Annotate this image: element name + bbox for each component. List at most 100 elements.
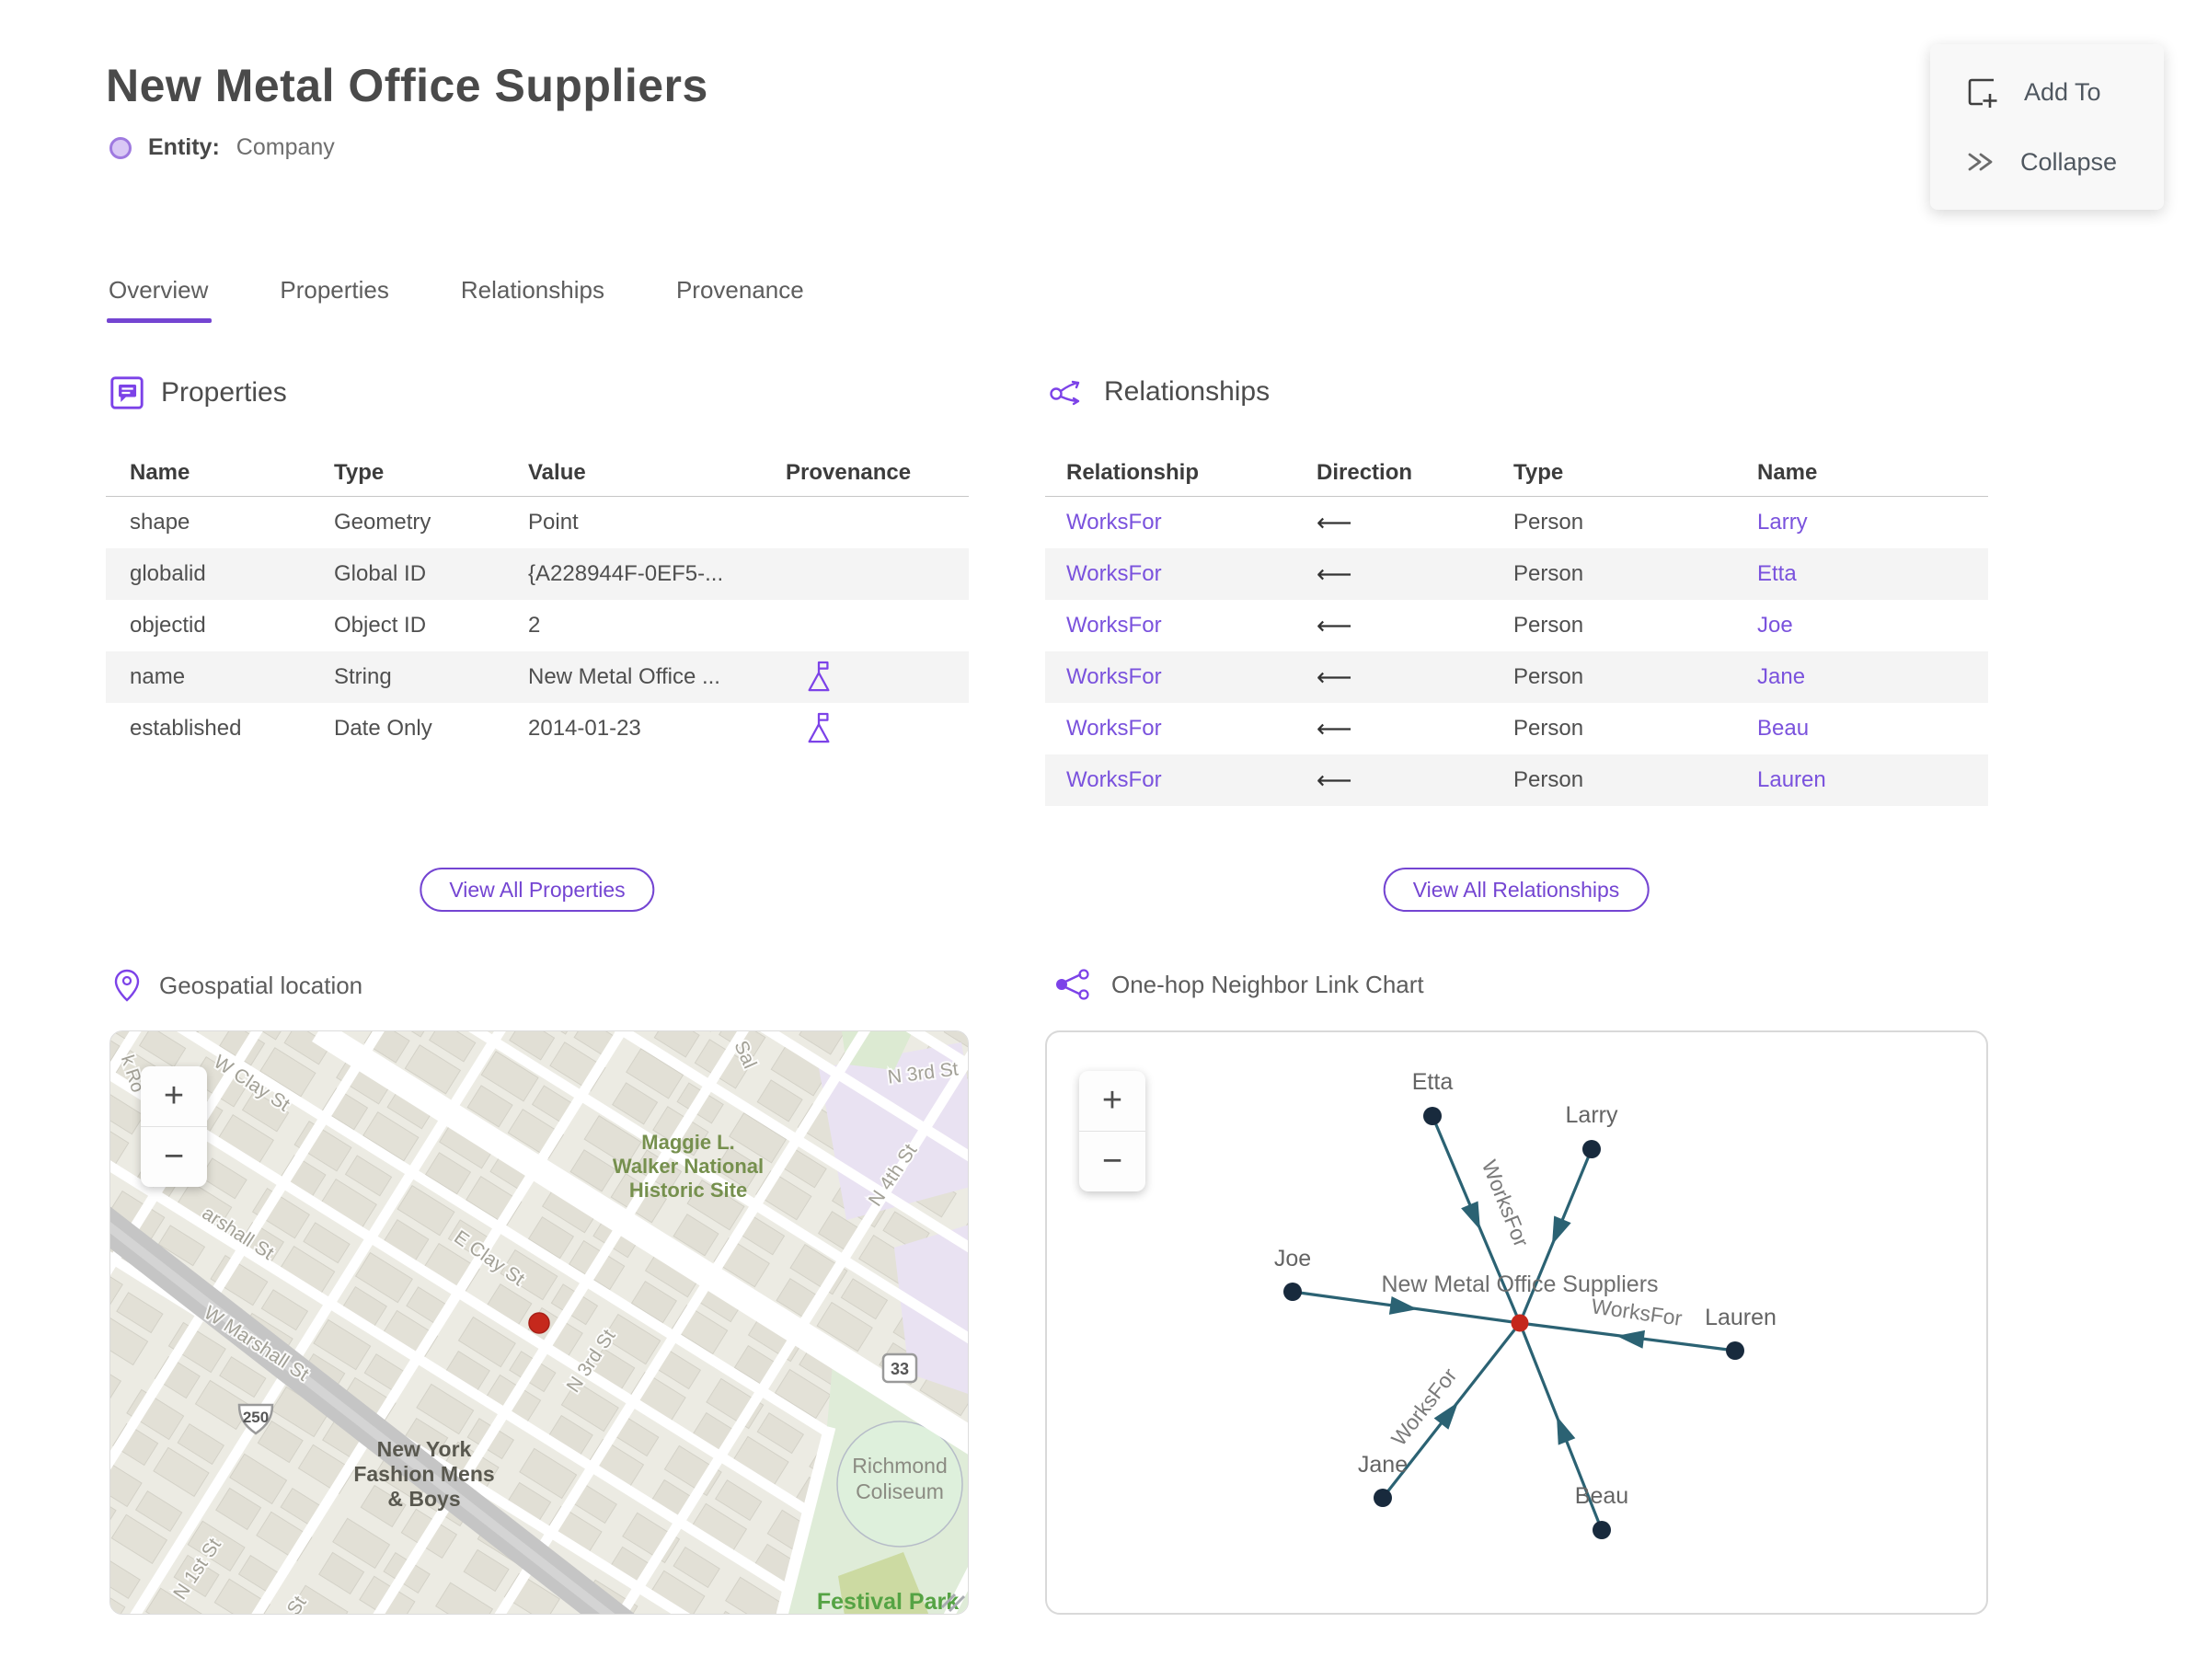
col-type: Type [1513,459,1564,485]
properties-section-header: Properties [109,375,287,410]
properties-section-title: Properties [161,377,287,408]
zoom-out-button[interactable]: − [141,1126,207,1187]
node-labels: Etta Larry Joe Lauren Jane Beau New Meta… [1274,1069,1777,1509]
svg-text:WorksFor: WorksFor [1386,1364,1462,1450]
relationships-icon [1050,380,1080,406]
graph-node-beau[interactable] [1593,1521,1611,1539]
graph-node-etta[interactable] [1423,1107,1442,1125]
link-chart[interactable]: + − WorksFor WorksFor WorksFor Etta Larr… [1045,1030,1988,1615]
col-provenance: Provenance [786,459,912,485]
svg-text:New Metal Office Suppliers: New Metal Office Suppliers [1381,1272,1658,1297]
geospatial-section-header: Geospatial location [113,968,362,1003]
poi-label-festival-park: Festival Park [817,1589,959,1615]
basemap: k Ro W Clay St Sal N 3rd St N 4th St ars… [110,1031,968,1615]
zoom-in-button[interactable]: + [1079,1071,1145,1131]
entity-link[interactable]: Jane [1757,664,1988,690]
graph-node-lauren[interactable] [1726,1341,1744,1360]
relationship-link[interactable]: WorksFor [1066,613,1317,639]
entity-link[interactable]: Etta [1757,561,1988,587]
relationships-table-header: Relationship Direction Type Name [1045,449,1988,497]
svg-text:Maggie L.: Maggie L. [641,1131,734,1154]
link-chart-section-title: One-hop Neighbor Link Chart [1111,970,1424,998]
page-title: New Metal Office Suppliers [106,60,708,111]
svg-text:Lauren: Lauren [1705,1305,1777,1330]
properties-table: Name Type Value Provenance shape Geometr… [106,449,969,754]
zoom-in-button[interactable]: + [141,1066,207,1126]
table-row: shape Geometry Point [130,510,579,535]
entity-row: Entity: Company [109,134,335,161]
entity-type-value: Company [236,134,335,160]
table-row: objectid Object ID 2 [130,613,541,638]
collapse-label: Collapse [2020,147,2118,176]
graph-node-center[interactable] [1511,1314,1529,1332]
svg-text:WorksFor: WorksFor [1590,1294,1684,1330]
svg-text:Beau: Beau [1575,1483,1628,1509]
properties-table-header: Name Type Value Provenance [106,449,969,497]
table-row: WorksFor ⟵ Person Larry [1045,497,1988,548]
table-row: WorksFor ⟵ Person Joe [1045,600,1988,651]
col-relationship: Relationship [1066,459,1200,485]
tab-bar: Overview Properties Relationships Proven… [106,276,804,323]
col-value: Value [528,459,586,485]
table-row: name String New Metal Office ... [106,651,969,703]
table-row: globalid Global ID {A228944F-0EF5-... [106,548,969,600]
svg-text:Coliseum: Coliseum [856,1479,944,1503]
tab-relationships[interactable]: Relationships [461,276,604,323]
entity-link[interactable]: Joe [1757,613,1988,639]
provenance-flag-icon[interactable] [804,711,834,746]
entity-link[interactable]: Larry [1757,510,1988,535]
svg-text:Larry: Larry [1566,1102,1618,1128]
zoom-out-button[interactable]: − [1079,1131,1145,1191]
location-marker [528,1312,550,1334]
col-name: Name [130,459,190,485]
properties-icon [110,376,144,409]
graph-node-joe[interactable] [1283,1283,1302,1301]
table-row: established Date Only 2014-01-23 [106,703,969,754]
relationship-link[interactable]: WorksFor [1066,716,1317,742]
direction-arrow: ⟵ [1317,765,1352,795]
entity-type-icon [109,136,132,159]
link-chart-canvas: WorksFor WorksFor WorksFor Etta Larry Jo… [1274,1069,1777,1539]
svg-text:Etta: Etta [1412,1069,1454,1095]
view-all-relationships-button[interactable]: View All Relationships [1383,868,1650,912]
chart-zoom-control: + − [1079,1071,1145,1191]
direction-arrow: ⟵ [1317,662,1352,692]
relationships-section-header: Relationships [1049,375,1270,408]
svg-text:& Boys: & Boys [387,1487,460,1511]
relationship-link[interactable]: WorksFor [1066,767,1317,793]
action-menu: Add To Collapse [1930,44,2164,210]
collapse-button[interactable]: Collapse [1930,127,2164,197]
route-33-shield: 33 [881,1352,918,1384]
svg-text:Joe: Joe [1274,1246,1311,1272]
tab-provenance[interactable]: Provenance [676,276,804,323]
direction-arrow: ⟵ [1317,508,1352,537]
graph-node-larry[interactable] [1582,1140,1601,1158]
svg-text:33: 33 [891,1360,909,1378]
entity-link[interactable]: Beau [1757,716,1988,742]
double-chevron-right-icon [1968,153,1993,171]
view-all-properties-button[interactable]: View All Properties [420,868,655,912]
link-chart-icon [1056,969,1089,1000]
relationship-link[interactable]: WorksFor [1066,510,1317,535]
direction-arrow: ⟵ [1317,611,1352,640]
geospatial-map[interactable]: + − k Ro W Clay St Sal N 3rd St N 4th St… [109,1030,969,1615]
svg-text:Walker National: Walker National [613,1155,764,1178]
col-direction: Direction [1317,459,1413,485]
svg-text:250: 250 [243,1409,269,1426]
table-row: WorksFor ⟵ Person Jane [1045,651,1988,703]
tab-properties[interactable]: Properties [280,276,389,323]
add-to-button[interactable]: Add To [1930,57,2164,127]
svg-text:New York: New York [377,1437,472,1461]
relationship-link[interactable]: WorksFor [1066,664,1317,690]
col-type: Type [334,459,385,485]
graph-node-jane[interactable] [1374,1489,1392,1507]
tab-overview[interactable]: Overview [106,276,213,323]
entity-link[interactable]: Lauren [1757,767,1988,793]
relationship-link[interactable]: WorksFor [1066,561,1317,587]
table-row: WorksFor ⟵ Person Etta [1045,548,1988,600]
map-pin-icon [114,969,140,1002]
entity-details-page: New Metal Office Suppliers Entity: Compa… [0,0,2208,1680]
table-row: WorksFor ⟵ Person Lauren [1045,754,1988,806]
provenance-flag-icon[interactable] [804,660,834,695]
edge-labels: WorksFor WorksFor WorksFor [1386,1156,1684,1450]
